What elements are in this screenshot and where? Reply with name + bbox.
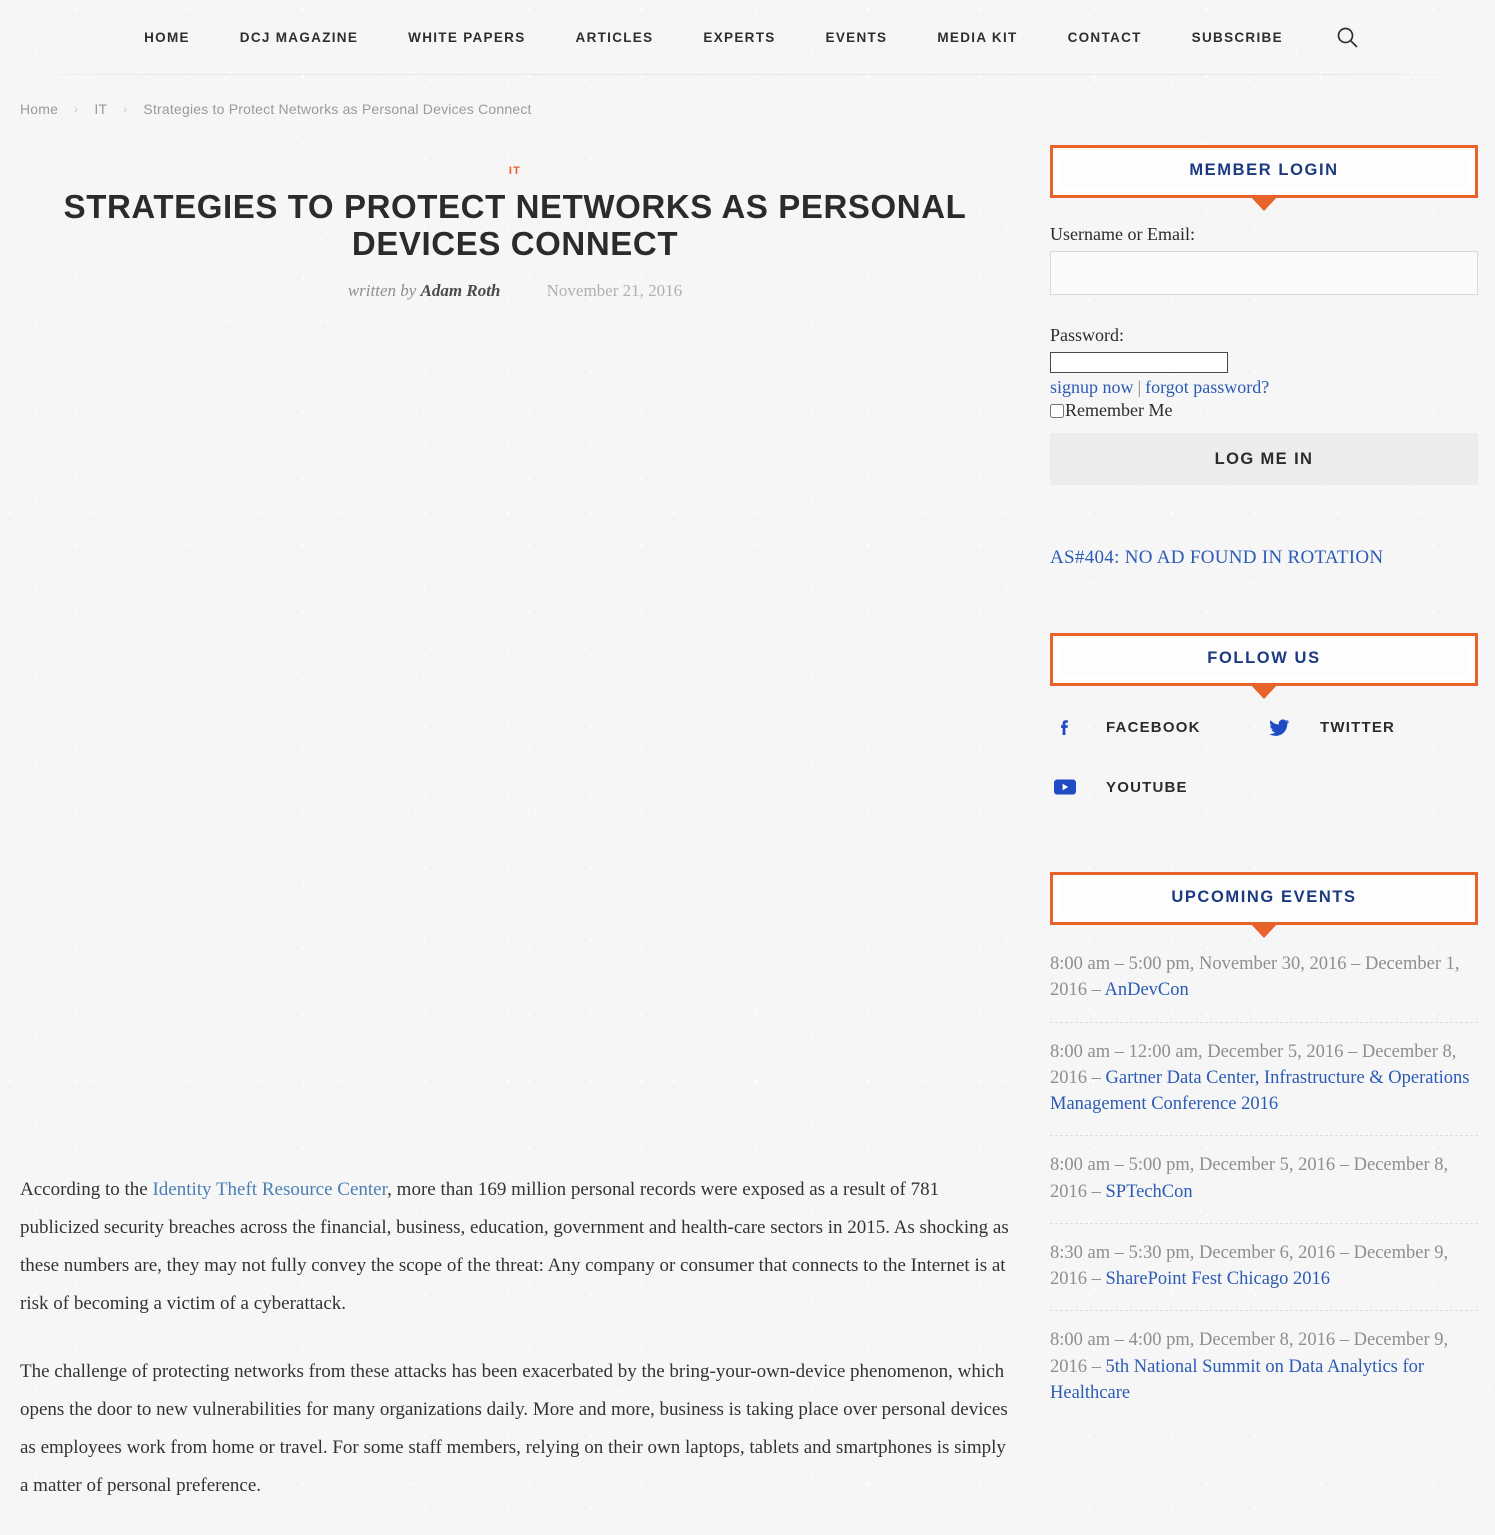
event-dash: –	[1087, 1269, 1106, 1290]
article-byline: written by Adam Roth November 21, 2016	[20, 281, 1010, 301]
event-title-link[interactable]: AnDevCon	[1104, 980, 1188, 1000]
event-item: 8:00 am – 5:00 pm, December 5, 2016 – De…	[1050, 1152, 1478, 1224]
nav-item-subscribe[interactable]: SUBSCRIBE	[1167, 30, 1308, 45]
widget-upcoming-events: UPCOMING EVENTS 8:00 am – 5:00 pm, Novem…	[1050, 872, 1478, 1424]
nav-item-events[interactable]: EVENTS	[801, 30, 913, 45]
event-item: 8:30 am – 5:30 pm, December 6, 2016 – De…	[1050, 1240, 1478, 1312]
event-dash: –	[1087, 1356, 1106, 1377]
widget-follow-us: FOLLOW US FACEBOOK TWITTER YOUTUBE	[1050, 633, 1478, 802]
article-paragraph-1: According to the Identity Theft Resource…	[20, 1171, 1010, 1323]
forgot-password-link[interactable]: forgot password?	[1145, 377, 1269, 397]
youtube-icon	[1050, 772, 1080, 802]
helper-pipe: |	[1137, 377, 1142, 397]
ad-rotation-slot: AS#404: NO AD FOUND IN ROTATION	[1050, 547, 1478, 569]
breadcrumb-category[interactable]: IT	[94, 101, 107, 117]
article-column: IT STRATEGIES TO PROTECT NETWORKS AS PER…	[20, 137, 1010, 1535]
event-dash: –	[1087, 1181, 1106, 1202]
article-author[interactable]: Adam Roth	[421, 281, 501, 300]
nav-item-home[interactable]: HOME	[119, 30, 215, 45]
follow-us-title: FOLLOW US	[1207, 649, 1321, 667]
login-helper-links: signup now | forgot password?	[1050, 377, 1478, 398]
log-me-in-button[interactable]: LOG ME IN	[1050, 433, 1478, 485]
password-label: Password:	[1050, 325, 1125, 345]
nav-item-contact[interactable]: CONTACT	[1043, 30, 1167, 45]
paragraph-1-lead: According to the	[20, 1178, 153, 1200]
page-layout: IT STRATEGIES TO PROTECT NETWORKS AS PER…	[0, 137, 1495, 1535]
event-title-link[interactable]: Gartner Data Center, Infrastructure & Op…	[1050, 1068, 1469, 1114]
article-paragraph-2: The challenge of protecting networks fro…	[20, 1360, 1008, 1496]
event-title-link[interactable]: SPTechCon	[1106, 1182, 1193, 1202]
nav-list: HOME DCJ MAGAZINE WHITE PAPERS ARTICLES …	[119, 26, 1376, 48]
social-label-youtube: YOUTUBE	[1106, 778, 1188, 796]
username-input[interactable]	[1050, 251, 1478, 295]
page-title: STRATEGIES TO PROTECT NETWORKS AS PERSON…	[63, 188, 967, 262]
identity-theft-resource-center-link[interactable]: Identity Theft Resource Center	[152, 1179, 387, 1200]
primary-navigation: HOME DCJ MAGAZINE WHITE PAPERS ARTICLES …	[0, 0, 1495, 74]
event-item: 8:00 am – 5:00 pm, November 30, 2016 – D…	[1050, 951, 1478, 1023]
event-item: 8:00 am – 12:00 am, December 5, 2016 – D…	[1050, 1039, 1478, 1137]
signup-now-link[interactable]: signup now	[1050, 377, 1134, 397]
event-title-link[interactable]: SharePoint Fest Chicago 2016	[1106, 1269, 1331, 1289]
member-login-form: Username or Email: Password: signup now |…	[1050, 224, 1478, 485]
social-label-facebook: FACEBOOK	[1106, 718, 1201, 736]
upcoming-events-title: UPCOMING EVENTS	[1171, 888, 1357, 906]
nav-item-white-papers[interactable]: WHITE PAPERS	[383, 30, 550, 45]
written-by-label: written by	[347, 280, 417, 300]
event-title-link[interactable]: 5th National Summit on Data Analytics fo…	[1050, 1357, 1424, 1403]
facebook-icon	[1050, 712, 1080, 742]
nav-item-dcj-magazine[interactable]: DCJ MAGAZINE	[215, 30, 383, 45]
article-category-tag[interactable]: IT	[20, 165, 1010, 177]
article-body: According to the Identity Theft Resource…	[20, 1171, 1010, 1505]
username-label: Username or Email:	[1050, 224, 1195, 244]
password-input[interactable]	[1050, 352, 1228, 373]
ad-rotation-message[interactable]: AS#404: NO AD FOUND IN ROTATION	[1050, 547, 1383, 568]
social-links-grid: FACEBOOK TWITTER YOUTUBE	[1050, 712, 1478, 802]
social-label-twitter: TWITTER	[1320, 718, 1396, 736]
events-list: 8:00 am – 5:00 pm, November 30, 2016 – D…	[1050, 951, 1478, 1424]
breadcrumb-separator: ›	[74, 102, 79, 116]
search-toggle-button[interactable]	[1308, 26, 1376, 48]
twitter-icon	[1264, 712, 1294, 742]
upcoming-events-header: UPCOMING EVENTS	[1050, 872, 1478, 925]
event-dash: –	[1087, 980, 1105, 1001]
breadcrumb-separator: ›	[123, 102, 128, 116]
member-login-header: MEMBER LOGIN	[1050, 145, 1478, 198]
nav-item-media-kit[interactable]: MEDIA KIT	[912, 30, 1042, 45]
article-date: November 21, 2016	[546, 280, 683, 300]
widget-member-login: MEMBER LOGIN Username or Email: Password…	[1050, 145, 1478, 485]
remember-me-row: Remember Me	[1050, 400, 1478, 421]
event-dash: –	[1087, 1067, 1106, 1088]
sidebar: MEMBER LOGIN Username or Email: Password…	[1050, 137, 1478, 1454]
remember-me-checkbox[interactable]	[1050, 403, 1064, 418]
follow-us-header: FOLLOW US	[1050, 633, 1478, 686]
social-link-youtube[interactable]: YOUTUBE	[1050, 772, 1264, 802]
nav-item-articles[interactable]: ARTICLES	[551, 30, 679, 45]
featured-image-placeholder	[20, 311, 1010, 1171]
remember-me-label: Remember Me	[1065, 400, 1173, 420]
member-login-title: MEMBER LOGIN	[1189, 161, 1339, 179]
social-link-facebook[interactable]: FACEBOOK	[1050, 712, 1264, 742]
event-item: 8:00 am – 4:00 pm, December 8, 2016 – De…	[1050, 1327, 1478, 1424]
social-link-twitter[interactable]: TWITTER	[1264, 712, 1478, 742]
nav-item-experts[interactable]: EXPERTS	[678, 30, 800, 45]
breadcrumb-current: Strategies to Protect Networks as Person…	[143, 101, 532, 117]
search-icon	[1336, 26, 1358, 48]
breadcrumb: Home › IT › Strategies to Protect Networ…	[0, 75, 1495, 137]
breadcrumb-home[interactable]: Home	[20, 101, 58, 117]
